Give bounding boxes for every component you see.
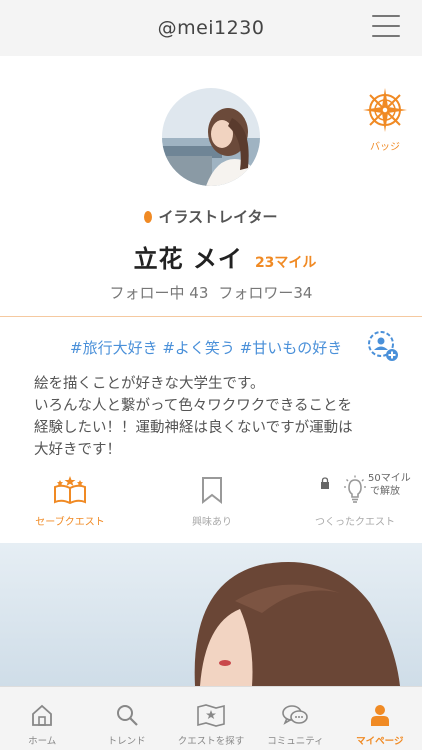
person-icon [370, 705, 389, 726]
follow-stats: フォロー中 43 フォロワー34 [0, 282, 422, 303]
user-settings-icon [368, 331, 398, 361]
save-quest-label: セーブクエスト [35, 517, 105, 528]
role-label: イラストレイター [158, 208, 278, 226]
edit-profile-button[interactable] [366, 329, 400, 363]
role-row: イラストレイター [0, 206, 422, 227]
bio-text: 絵を描くことが好きな大学生です。 いろんな人と繋がって色々ワクワクできることを … [34, 373, 394, 461]
tab-community-label: コミュニティ [267, 736, 324, 747]
avatar[interactable] [162, 88, 260, 186]
hashtag[interactable]: #よく笑う [162, 339, 235, 357]
display-name: 立花 メイ [133, 245, 243, 273]
tab-trend-label: トレンド [107, 736, 146, 747]
search-icon [116, 705, 138, 726]
name-row: 立花 メイ 23マイル [0, 239, 422, 274]
hashtag[interactable]: #甘いもの好き [240, 339, 343, 357]
bio-section: #旅行大好き #よく笑う #甘いもの好き 絵を描くことが好きな大学生です。 いろ… [0, 317, 422, 543]
bottom-tab-bar: ホーム トレンド クエストを探す コミュニティ マイページ [0, 686, 422, 750]
chat-icon [282, 705, 309, 725]
lightbulb-icon [344, 475, 366, 503]
badge-button[interactable]: バッジ [360, 86, 410, 153]
profile-cover-photo [0, 543, 422, 686]
tab-find-quest-label: クエストを探す [177, 736, 245, 747]
unlock-text: で解放 [370, 486, 400, 497]
badge-label: バッジ [370, 142, 400, 153]
username-title: @mei1230 [157, 17, 265, 39]
home-icon [32, 704, 53, 726]
tab-my-page[interactable]: マイページ [338, 687, 422, 750]
quest-actions: セーブクエスト 興味あり つくったクエスト [0, 467, 422, 528]
map-icon [197, 704, 225, 727]
save-quest-button[interactable]: セーブクエスト [30, 475, 110, 528]
following-count[interactable]: フォロー中 43 [110, 282, 209, 303]
unlock-requirement: 50マイル で解放 [368, 472, 411, 498]
top-header: @mei1230 [0, 0, 422, 56]
bookmark-icon [202, 477, 222, 505]
interested-button[interactable]: 興味あり [172, 475, 252, 528]
compass-badge-icon [363, 88, 407, 132]
hashtag[interactable]: #旅行大好き [70, 339, 158, 357]
hashtag-list: #旅行大好き #よく笑う #甘いもの好き [70, 337, 342, 358]
bio-line: 経験したい！！運動神経は良くないですが運動は [34, 420, 353, 436]
unlock-miles: 50マイル [368, 473, 411, 484]
profile-section: バッジ イラストレイター 立花 メイ 23マイル フォロー中 43 フォロワー3… [0, 56, 422, 316]
interested-label: 興味あり [192, 517, 232, 528]
tab-find-quest[interactable]: クエストを探す [169, 687, 253, 750]
bio-line: いろんな人と繋がって色々ワクワクできることを [34, 398, 352, 414]
tab-trend[interactable]: トレンド [84, 687, 168, 750]
open-book-icon [54, 476, 86, 505]
tab-my-page-label: マイページ [356, 736, 404, 747]
bio-line: 大好きです！ [34, 442, 121, 458]
created-quest-label: つくったクエスト [315, 517, 395, 528]
miles-count: 23マイル [254, 255, 317, 271]
tab-home-label: ホーム [28, 736, 57, 747]
hamburger-menu-icon[interactable] [372, 13, 400, 39]
tab-home[interactable]: ホーム [0, 687, 84, 750]
role-dot-icon [144, 210, 153, 223]
followers-count[interactable]: フォロワー34 [218, 282, 312, 303]
lock-icon [321, 477, 329, 489]
bio-line: 絵を描くことが好きな大学生です。 [34, 376, 265, 392]
tab-community[interactable]: コミュニティ [253, 687, 337, 750]
